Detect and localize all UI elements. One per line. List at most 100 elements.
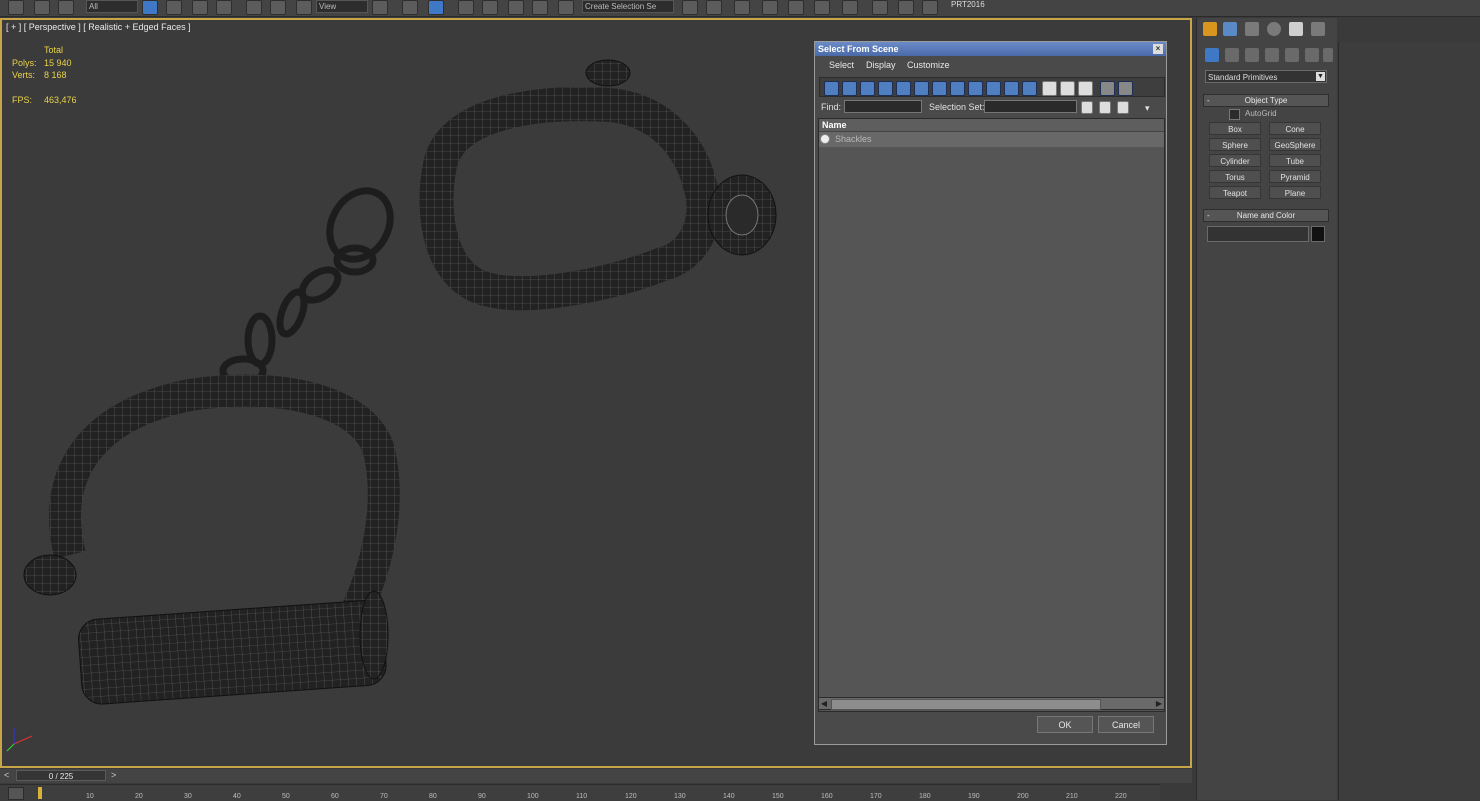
- menu-customize[interactable]: Customize: [907, 60, 950, 70]
- dialog-title-bar[interactable]: Select From Scene ×: [815, 42, 1166, 56]
- space-warps-category-icon[interactable]: [1305, 48, 1319, 62]
- scene-object-list[interactable]: Name Shackles: [818, 118, 1165, 712]
- unlink-selection-icon[interactable]: [34, 0, 50, 15]
- select-object-icon[interactable]: [142, 0, 158, 15]
- cylinder-button[interactable]: Cylinder: [1209, 154, 1261, 167]
- lights-category-icon[interactable]: [1245, 48, 1259, 62]
- display-hidden-icon[interactable]: [1022, 81, 1037, 96]
- chevron-down-icon[interactable]: ▾: [1145, 103, 1150, 114]
- geosphere-button[interactable]: GeoSphere: [1269, 138, 1321, 151]
- display-cameras-icon[interactable]: [878, 81, 893, 96]
- create-tab-icon[interactable]: [1203, 22, 1217, 36]
- shapes-category-icon[interactable]: [1225, 48, 1239, 62]
- curve-editor-icon[interactable]: [788, 0, 804, 15]
- display-all-icon[interactable]: [1042, 81, 1057, 96]
- hierarchy-tab-icon[interactable]: [1245, 22, 1259, 36]
- rectangular-selection-icon[interactable]: [192, 0, 208, 15]
- keyboard-shortcut-override-icon[interactable]: [428, 0, 444, 15]
- autogrid-checkbox[interactable]: [1229, 109, 1240, 120]
- rotate-icon[interactable]: [270, 0, 286, 15]
- rendered-frame-window-icon[interactable]: [898, 0, 914, 15]
- pivot-center-icon[interactable]: [372, 0, 388, 15]
- sphere-button[interactable]: Sphere: [1209, 138, 1261, 151]
- helpers-category-icon[interactable]: [1285, 48, 1299, 62]
- box-button[interactable]: Box: [1209, 122, 1261, 135]
- horizontal-scrollbar[interactable]: ◀ ▶: [818, 697, 1165, 710]
- display-groups-icon[interactable]: [932, 81, 947, 96]
- display-tab-icon[interactable]: [1289, 22, 1303, 36]
- viewport-label[interactable]: [ + ] [ Perspective ] [ Realistic + Edge…: [6, 22, 191, 32]
- filter-icon[interactable]: [1100, 81, 1115, 96]
- edit-named-selection-icon[interactable]: [558, 0, 574, 15]
- cone-button[interactable]: Cone: [1269, 122, 1321, 135]
- display-helpers-icon[interactable]: [896, 81, 911, 96]
- render-production-icon[interactable]: [922, 0, 938, 15]
- display-none-icon[interactable]: [1060, 81, 1075, 96]
- tube-button[interactable]: Tube: [1269, 154, 1321, 167]
- menu-display[interactable]: Display: [866, 60, 896, 70]
- modify-tab-icon[interactable]: [1223, 22, 1237, 36]
- render-setup-icon[interactable]: [872, 0, 888, 15]
- motion-tab-icon[interactable]: [1267, 22, 1281, 36]
- snaps-toggle-icon[interactable]: [458, 0, 474, 15]
- pyramid-button[interactable]: Pyramid: [1269, 170, 1321, 183]
- find-input[interactable]: [844, 100, 922, 113]
- schematic-view-icon[interactable]: [814, 0, 830, 15]
- select-by-name-icon[interactable]: [166, 0, 182, 15]
- selection-set-dropdown[interactable]: [984, 100, 1077, 113]
- selection-set-edit-icon[interactable]: [1117, 101, 1129, 114]
- select-manipulate-icon[interactable]: [402, 0, 418, 15]
- utilities-tab-icon[interactable]: [1311, 22, 1325, 36]
- display-invert-icon[interactable]: [1078, 81, 1093, 96]
- plane-button[interactable]: Plane: [1269, 186, 1321, 199]
- display-xrefs-icon[interactable]: [950, 81, 965, 96]
- close-icon[interactable]: ×: [1153, 44, 1163, 54]
- menu-select[interactable]: Select: [829, 60, 854, 70]
- display-shapes-icon[interactable]: [842, 81, 857, 96]
- object-type-rollout[interactable]: - Object Type: [1203, 94, 1329, 107]
- list-item[interactable]: Shackles: [819, 132, 1164, 147]
- move-icon[interactable]: [246, 0, 262, 15]
- systems-category-icon[interactable]: [1323, 48, 1333, 62]
- percent-snap-icon[interactable]: [508, 0, 524, 15]
- scale-icon[interactable]: [296, 0, 312, 15]
- torus-button[interactable]: Torus: [1209, 170, 1261, 183]
- display-bones-icon[interactable]: [968, 81, 983, 96]
- display-containers-icon[interactable]: [986, 81, 1001, 96]
- reference-coordinate-dropdown[interactable]: View: [316, 0, 368, 13]
- time-prev-icon[interactable]: <: [4, 770, 9, 780]
- scroll-left-icon[interactable]: ◀: [819, 698, 829, 709]
- display-frozen-icon[interactable]: [1004, 81, 1019, 96]
- shackles-model[interactable]: [10, 55, 800, 725]
- bind-space-warp-icon[interactable]: [58, 0, 74, 15]
- mini-curve-editor-icon[interactable]: [8, 787, 24, 800]
- track-bar[interactable]: 10 20 30 40 50 60 70 80 90 100 110 120 130 140 150 160 1…: [0, 784, 1160, 801]
- select-link-icon[interactable]: [8, 0, 24, 15]
- material-editor-icon[interactable]: [842, 0, 858, 15]
- time-slider-thumb[interactable]: 0 / 225: [16, 770, 106, 781]
- ok-button[interactable]: OK: [1037, 716, 1093, 733]
- selection-set-remove-icon[interactable]: [1099, 101, 1111, 114]
- spinner-snap-icon[interactable]: [532, 0, 548, 15]
- filter-options-icon[interactable]: [1118, 81, 1133, 96]
- object-color-swatch[interactable]: [1311, 226, 1325, 242]
- align-icon[interactable]: [706, 0, 722, 15]
- teapot-button[interactable]: Teapot: [1209, 186, 1261, 199]
- geometry-category-icon[interactable]: [1205, 48, 1219, 62]
- cancel-button[interactable]: Cancel: [1098, 716, 1154, 733]
- graphite-tools-icon[interactable]: [762, 0, 778, 15]
- display-geometry-icon[interactable]: [824, 81, 839, 96]
- scroll-right-icon[interactable]: ▶: [1154, 698, 1164, 709]
- selection-set-add-icon[interactable]: [1081, 101, 1093, 114]
- object-name-input[interactable]: [1207, 226, 1309, 242]
- chevron-down-icon[interactable]: ▼: [1316, 72, 1325, 81]
- window-crossing-icon[interactable]: [216, 0, 232, 15]
- cameras-category-icon[interactable]: [1265, 48, 1279, 62]
- named-selection-field[interactable]: Create Selection Se: [582, 0, 674, 13]
- angle-snap-icon[interactable]: [482, 0, 498, 15]
- display-lights-icon[interactable]: [860, 81, 875, 96]
- display-space-warps-icon[interactable]: [914, 81, 929, 96]
- name-and-color-rollout[interactable]: - Name and Color: [1203, 209, 1329, 222]
- scrollbar-thumb[interactable]: [831, 699, 1101, 710]
- layer-manager-icon[interactable]: [734, 0, 750, 15]
